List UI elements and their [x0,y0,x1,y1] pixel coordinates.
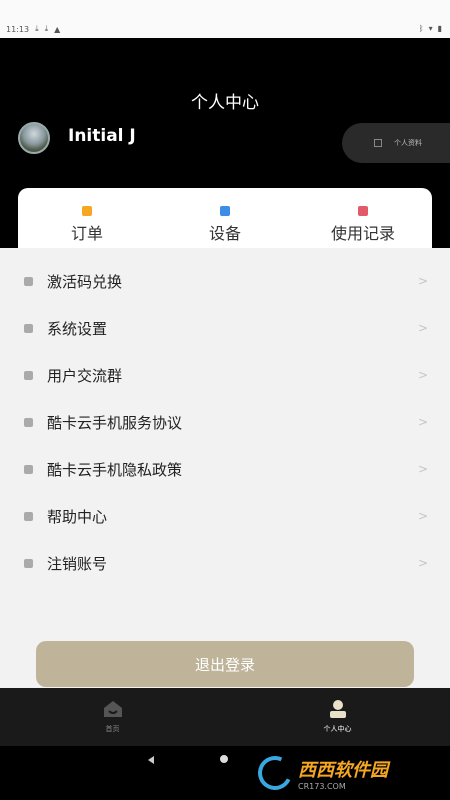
tab-device[interactable]: 设备 [156,188,294,248]
home-icon [103,701,122,717]
nav-profile[interactable]: 个人中心 [225,688,450,746]
status-left: 11:13 ⤓ ⤓ ▲ [6,24,60,34]
menu-item-redeem[interactable]: 激活码兑换 > [0,258,450,305]
avatar[interactable] [18,122,50,154]
tab-device-label: 设备 [208,224,241,243]
status-right: ᛒ ▾ ▮ [419,24,442,33]
bottom-nav: 首页 个人中心 [0,688,450,746]
watermark-brand: 西西软件园 [298,759,388,781]
order-icon [82,206,92,216]
page-title: 个人中心 [191,93,259,113]
watermark-text: 西西软件园 CR173.COM [298,756,388,791]
warning-icon: ▲ [54,24,61,34]
profile-button[interactable]: 个人资料 [342,123,450,163]
menu-item-label: 酷卡云手机隐私政策 [47,461,183,479]
gift-icon [24,277,33,286]
download-icon: ⤓ [35,24,39,33]
help-icon [24,512,33,521]
cancel-account-icon [24,559,33,568]
menu-item-label: 注销账号 [47,555,108,573]
home-circle-icon[interactable] [220,755,228,763]
chevron-right-icon: > [417,368,428,382]
profile-button-label: 个人资料 [394,139,422,147]
gear-icon [24,324,33,333]
menu-item-delete-account[interactable]: 注销账号 > [0,540,450,587]
tab-order[interactable]: 订单 [18,188,156,248]
menu-item-label: 系统设置 [47,320,108,338]
tab-records-label: 使用记录 [330,224,395,243]
menu-item-help[interactable]: 帮助中心 > [0,493,450,540]
nav-home[interactable]: 首页 [0,688,225,746]
chevron-right-icon: > [417,462,428,476]
chevron-right-icon: > [417,321,428,335]
username: Initial J [68,126,136,146]
nav-profile-label: 个人中心 [323,725,352,733]
back-icon[interactable] [148,756,154,764]
menu-item-label: 帮助中心 [47,508,108,526]
user-icon [329,700,346,718]
menu-item-settings[interactable]: 系统设置 > [0,305,450,352]
watermark-logo-icon [253,751,297,795]
wifi-icon: ▾ [428,24,433,33]
menu-list: 激活码兑换 > 系统设置 > 用户交流群 > 酷卡云手机服务协议 > 酷卡云手机… [0,258,450,587]
battery-icon: ▮ [437,24,442,33]
document-icon [24,418,33,427]
download-icon: ⤓ [44,24,49,33]
bluetooth-icon: ᛒ [418,24,424,33]
record-icon [358,206,368,216]
chevron-right-icon: > [417,274,428,288]
watermark-url: CR173.COM [298,781,346,791]
chevron-right-icon: > [417,556,428,570]
status-bar: 11:13 ⤓ ⤓ ▲ ᛒ ▾ ▮ [0,0,450,38]
menu-item-label: 用户交流群 [47,367,123,385]
status-time: 11:13 [6,24,30,34]
device-icon [220,206,230,216]
logout-button[interactable]: 退出登录 [36,641,414,687]
menu-item-service-agreement[interactable]: 酷卡云手机服务协议 > [0,399,450,446]
menu-item-user-group[interactable]: 用户交流群 > [0,352,450,399]
menu-item-label: 酷卡云手机服务协议 [47,414,183,432]
tab-records[interactable]: 使用记录 [294,188,432,248]
watermark: 西西软件园 CR173.COM [253,746,450,800]
menu-item-privacy-policy[interactable]: 酷卡云手机隐私政策 > [0,446,450,493]
tab-order-label: 订单 [70,224,103,243]
chat-icon [24,371,33,380]
menu-item-label: 激活码兑换 [47,273,123,291]
nav-home-label: 首页 [105,725,120,733]
profile-doc-icon [374,139,382,147]
document-icon [24,465,33,474]
tabs-card: 订单 设备 使用记录 [18,188,432,248]
chevron-right-icon: > [417,509,428,523]
chevron-right-icon: > [417,415,428,429]
